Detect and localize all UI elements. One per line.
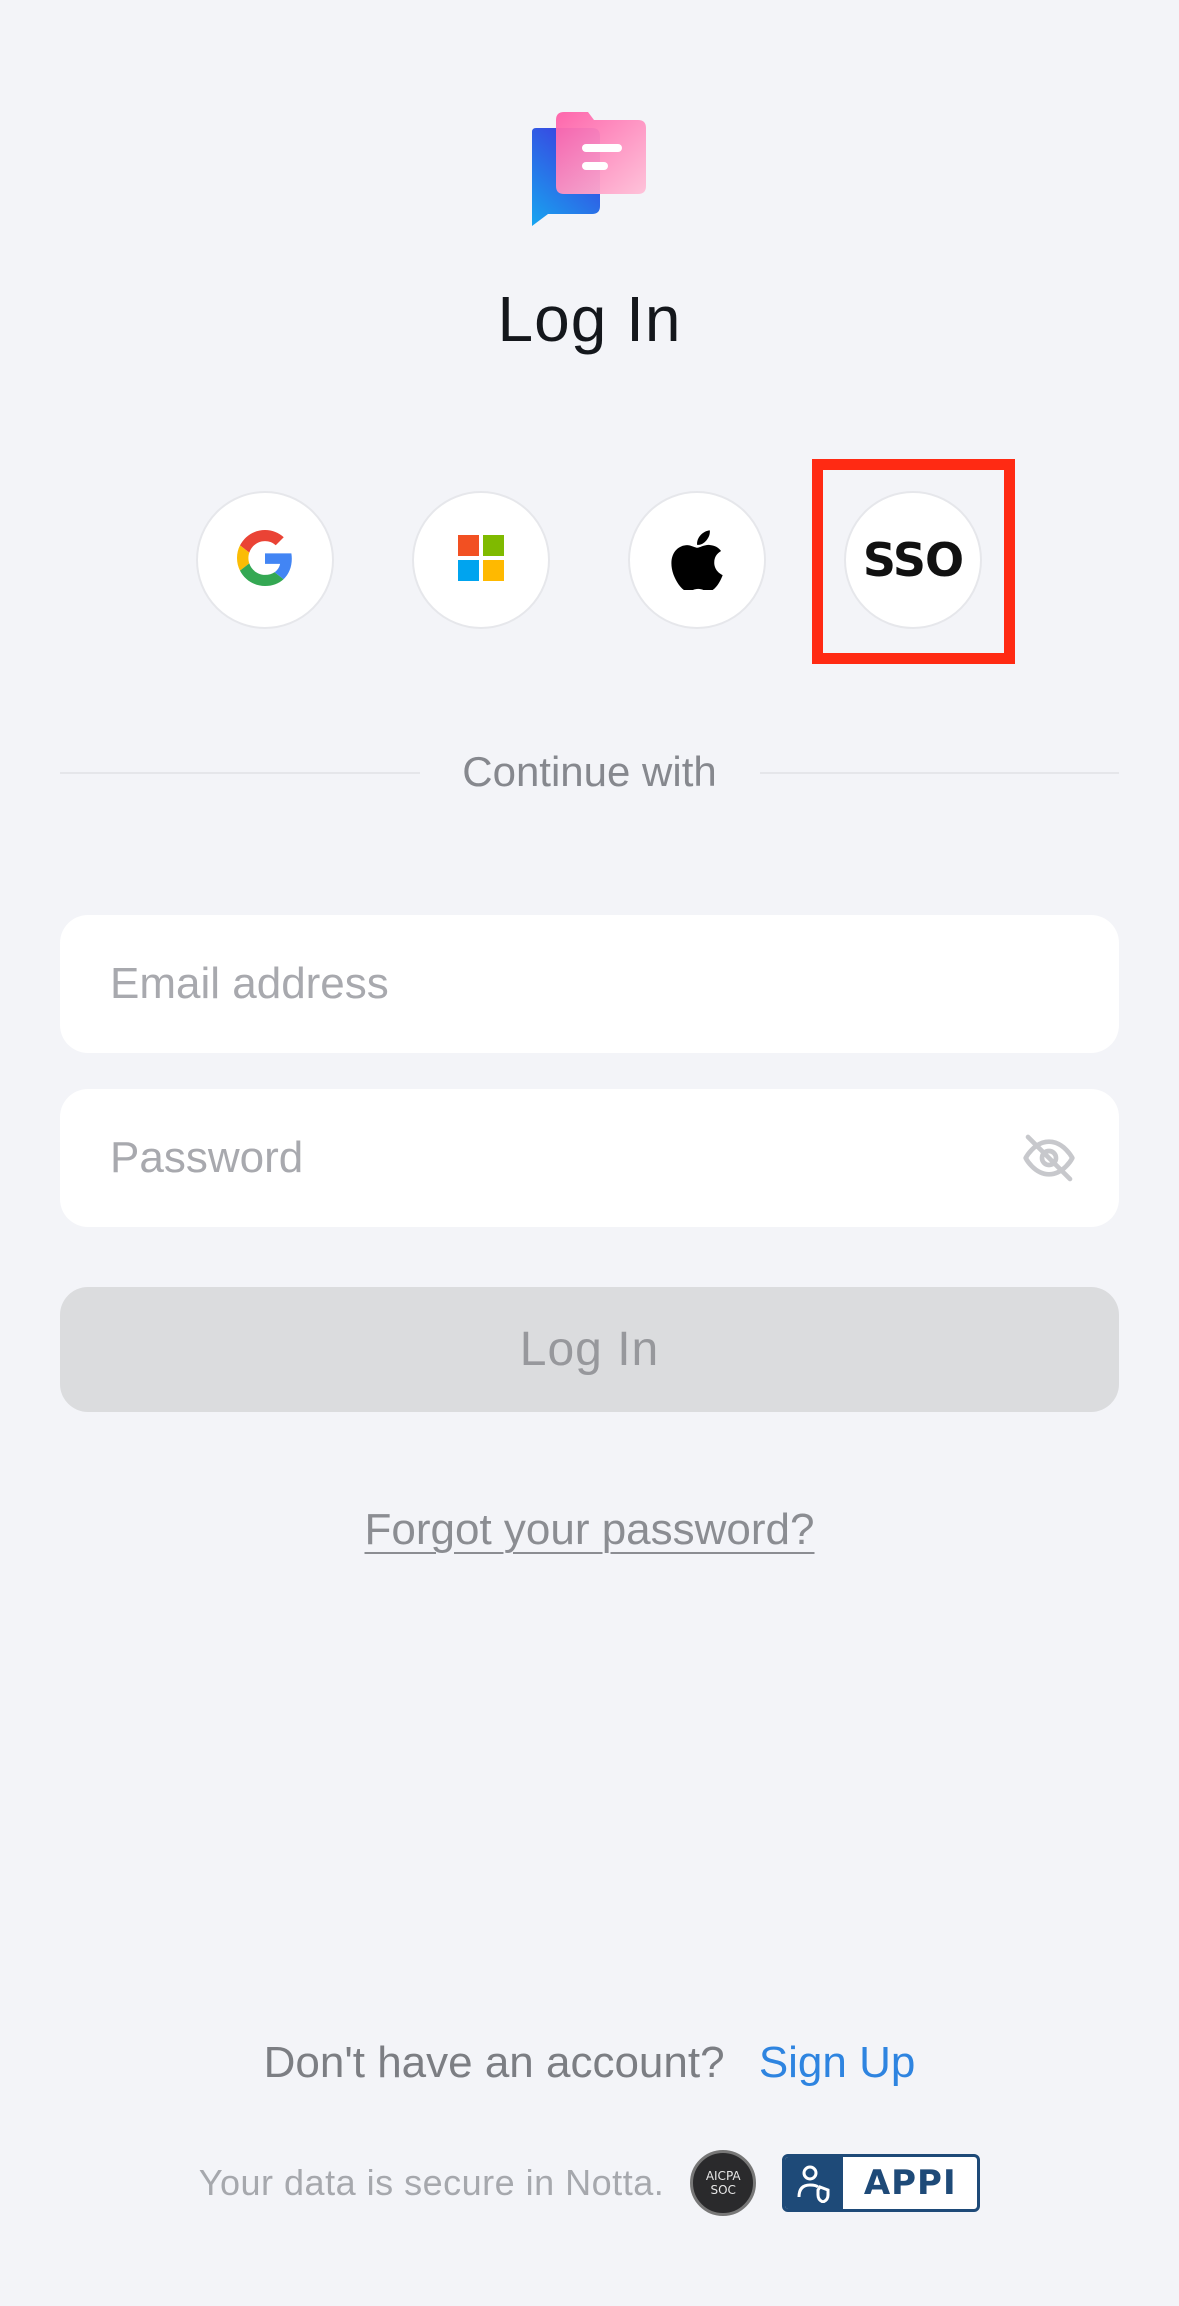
sso-highlight-box — [812, 459, 1015, 664]
appi-label: APPI — [863, 2163, 957, 2203]
signup-link[interactable]: Sign Up — [759, 2038, 916, 2087]
password-field[interactable] — [110, 1133, 1021, 1183]
aicpa-soc-badge: AICPA SOC — [690, 2150, 757, 2216]
person-shield-icon — [785, 2157, 844, 2209]
apple-icon — [669, 526, 725, 595]
password-field-container — [60, 1089, 1119, 1227]
signup-row: Don't have an account? Sign Up — [0, 2038, 1179, 2088]
eye-off-icon[interactable] — [1021, 1130, 1077, 1186]
microsoft-login-button[interactable] — [412, 491, 550, 629]
microsoft-icon — [458, 534, 504, 586]
notta-logo — [530, 110, 650, 230]
secure-text: Your data is secure in Notta. — [198, 2162, 665, 2203]
forgot-password-link[interactable]: Forgot your password? — [365, 1505, 815, 1554]
login-button[interactable]: Log In — [60, 1287, 1119, 1412]
apple-login-button[interactable] — [628, 491, 766, 629]
email-field-container — [60, 915, 1119, 1053]
page-title: Log In — [497, 283, 682, 355]
appi-badge: APPI — [782, 2154, 981, 2212]
google-icon — [237, 529, 293, 591]
forgot-password-row: Forgot your password? — [0, 1505, 1179, 1555]
google-login-button[interactable] — [196, 491, 334, 629]
signup-prompt: Don't have an account? — [263, 2038, 725, 2087]
continue-with-label: Continue with — [0, 748, 1179, 796]
security-footer: Your data is secure in Notta. AICPA SOC … — [0, 2150, 1179, 2216]
email-field[interactable] — [110, 959, 1069, 1009]
